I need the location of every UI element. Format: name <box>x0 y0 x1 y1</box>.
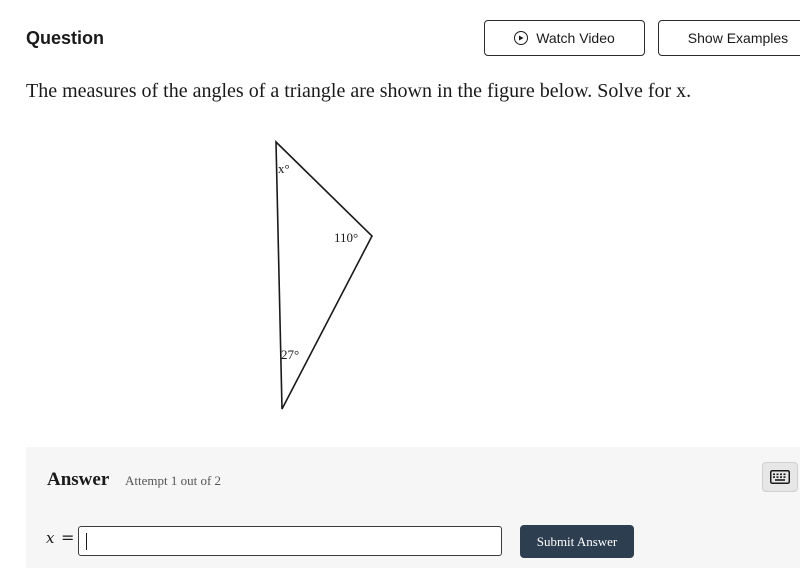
submit-answer-label: Submit Answer <box>536 533 618 549</box>
question-header: Question Watch Video Show Examples <box>0 0 800 76</box>
show-examples-button[interactable]: Show Examples <box>658 20 800 56</box>
play-circle-icon <box>514 31 529 45</box>
watch-video-button[interactable]: Watch Video <box>484 20 645 56</box>
question-prompt: The measures of the angles of a triangle… <box>26 80 692 102</box>
answer-panel: Answer Attempt 1 out of 2 x = Submit Ans… <box>26 447 800 568</box>
variable-label: x <box>46 529 55 547</box>
angle-label-x: x° <box>278 161 290 176</box>
triangle-shape <box>275 140 373 410</box>
answer-input[interactable] <box>78 526 502 556</box>
submit-answer-button[interactable]: Submit Answer <box>520 525 634 558</box>
text-caret <box>86 533 87 550</box>
show-examples-label: Show Examples <box>687 30 789 46</box>
equals-sign: = <box>61 528 75 547</box>
attempt-counter: Attempt 1 out of 2 <box>125 473 222 488</box>
question-title: Question <box>26 28 105 48</box>
angle-label-110: 110° <box>334 230 358 245</box>
angle-label-27: 27° <box>281 347 299 362</box>
keyboard-toggle-button[interactable] <box>762 462 798 492</box>
watch-video-label: Watch Video <box>536 30 615 46</box>
keyboard-icon <box>770 470 790 484</box>
answer-heading: Answer <box>47 469 110 490</box>
